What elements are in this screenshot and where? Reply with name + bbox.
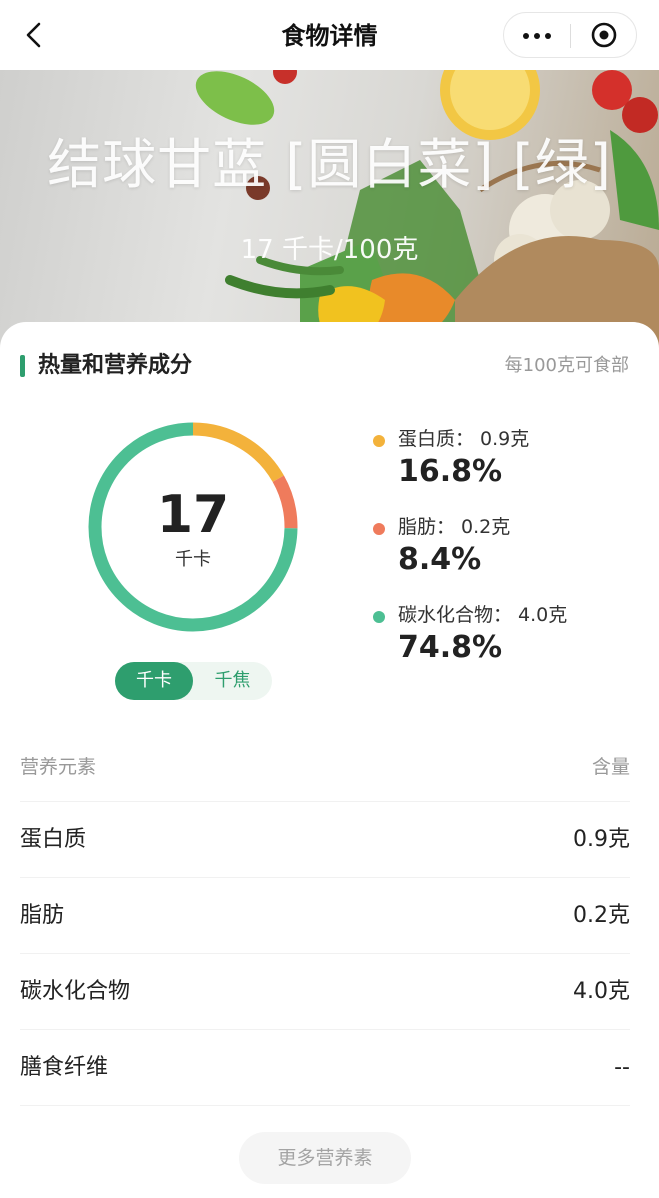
- legend-label: 脂肪： 0.2克: [398, 516, 511, 538]
- nutrient-name: 蛋白质: [20, 827, 87, 852]
- table-row: 脂肪 0.2克: [20, 878, 630, 954]
- legend-fat: 脂肪： 0.2克 8.4%: [370, 512, 630, 582]
- nutrient-name: 膳食纤维: [20, 1055, 109, 1080]
- protein-arc: [192, 422, 284, 483]
- legend-percent: 74.8%: [398, 630, 503, 665]
- legend-protein: 蛋白质： 0.9克 16.8%: [370, 424, 630, 494]
- nutrient-name: 脂肪: [20, 903, 65, 928]
- section-title: 热量和营养成分: [38, 353, 193, 378]
- calories-per-100g: 17 千卡/100克: [240, 235, 419, 265]
- total-calories-value: 17: [156, 485, 230, 545]
- nutrient-name: 碳水化合物: [20, 979, 131, 1004]
- section-accent-bar: [20, 355, 25, 377]
- carbs-dot-icon: [373, 611, 385, 623]
- food-hero-banner: 结球甘蓝 [圆白菜] [绿] 17 千卡/100克: [0, 70, 659, 350]
- section-basis-note: 每100克可食部: [504, 355, 629, 376]
- nutrient-amount: 4.0克: [573, 979, 630, 1004]
- more-nutrients-button[interactable]: 更多营养素: [239, 1132, 411, 1184]
- table-row: 膳食纤维 --: [20, 1030, 630, 1106]
- table-row: 碳水化合物 4.0克: [20, 954, 630, 1030]
- food-detail-page: 食物详情 结球甘蓝 [圆白菜] [绿] 17 千卡/100克 热量和营养成分 每…: [0, 0, 659, 1198]
- legend-percent: 8.4%: [398, 542, 482, 577]
- legend-percent: 16.8%: [398, 454, 503, 489]
- target-circle-icon[interactable]: [571, 13, 637, 57]
- nutrient-amount: 0.9克: [573, 827, 630, 852]
- nutrition-card: 热量和营养成分 每100克可食部 17 千卡 千卡 千焦 蛋白质： 0.9克 1…: [0, 322, 659, 1198]
- nutrient-table: 营养元素 含量 蛋白质 0.9克 脂肪 0.2克 碳水化合物 4.0克 膳食纤维…: [20, 732, 630, 1106]
- vegetables-background-image: [195, 70, 659, 350]
- food-name: 结球甘蓝 [圆白菜] [绿]: [47, 133, 612, 196]
- header-amount: 含量: [591, 756, 630, 778]
- fat-dot-icon: [373, 523, 385, 535]
- table-header: 营养元素 含量: [20, 732, 630, 802]
- legend-carbs: 碳水化合物： 4.0克 74.8%: [370, 600, 630, 670]
- nutrient-amount: --: [614, 1055, 630, 1080]
- protein-dot-icon: [373, 435, 385, 447]
- mini-program-capsule: [503, 12, 637, 58]
- table-row: 蛋白质 0.9克: [20, 802, 630, 878]
- more-dots-icon[interactable]: [504, 13, 570, 57]
- header-nutrient: 营养元素: [20, 756, 97, 778]
- legend-label: 蛋白质： 0.9克: [398, 428, 530, 450]
- total-calories-unit: 千卡: [175, 549, 211, 570]
- unit-option-kcal[interactable]: 千卡: [115, 662, 193, 700]
- legend-label: 碳水化合物： 4.0克: [398, 604, 568, 626]
- energy-unit-toggle: 千卡 千焦: [115, 662, 272, 700]
- unit-option-kj[interactable]: 千焦: [193, 662, 272, 700]
- top-navbar: 食物详情: [0, 0, 659, 70]
- nutrient-amount: 0.2克: [573, 903, 630, 928]
